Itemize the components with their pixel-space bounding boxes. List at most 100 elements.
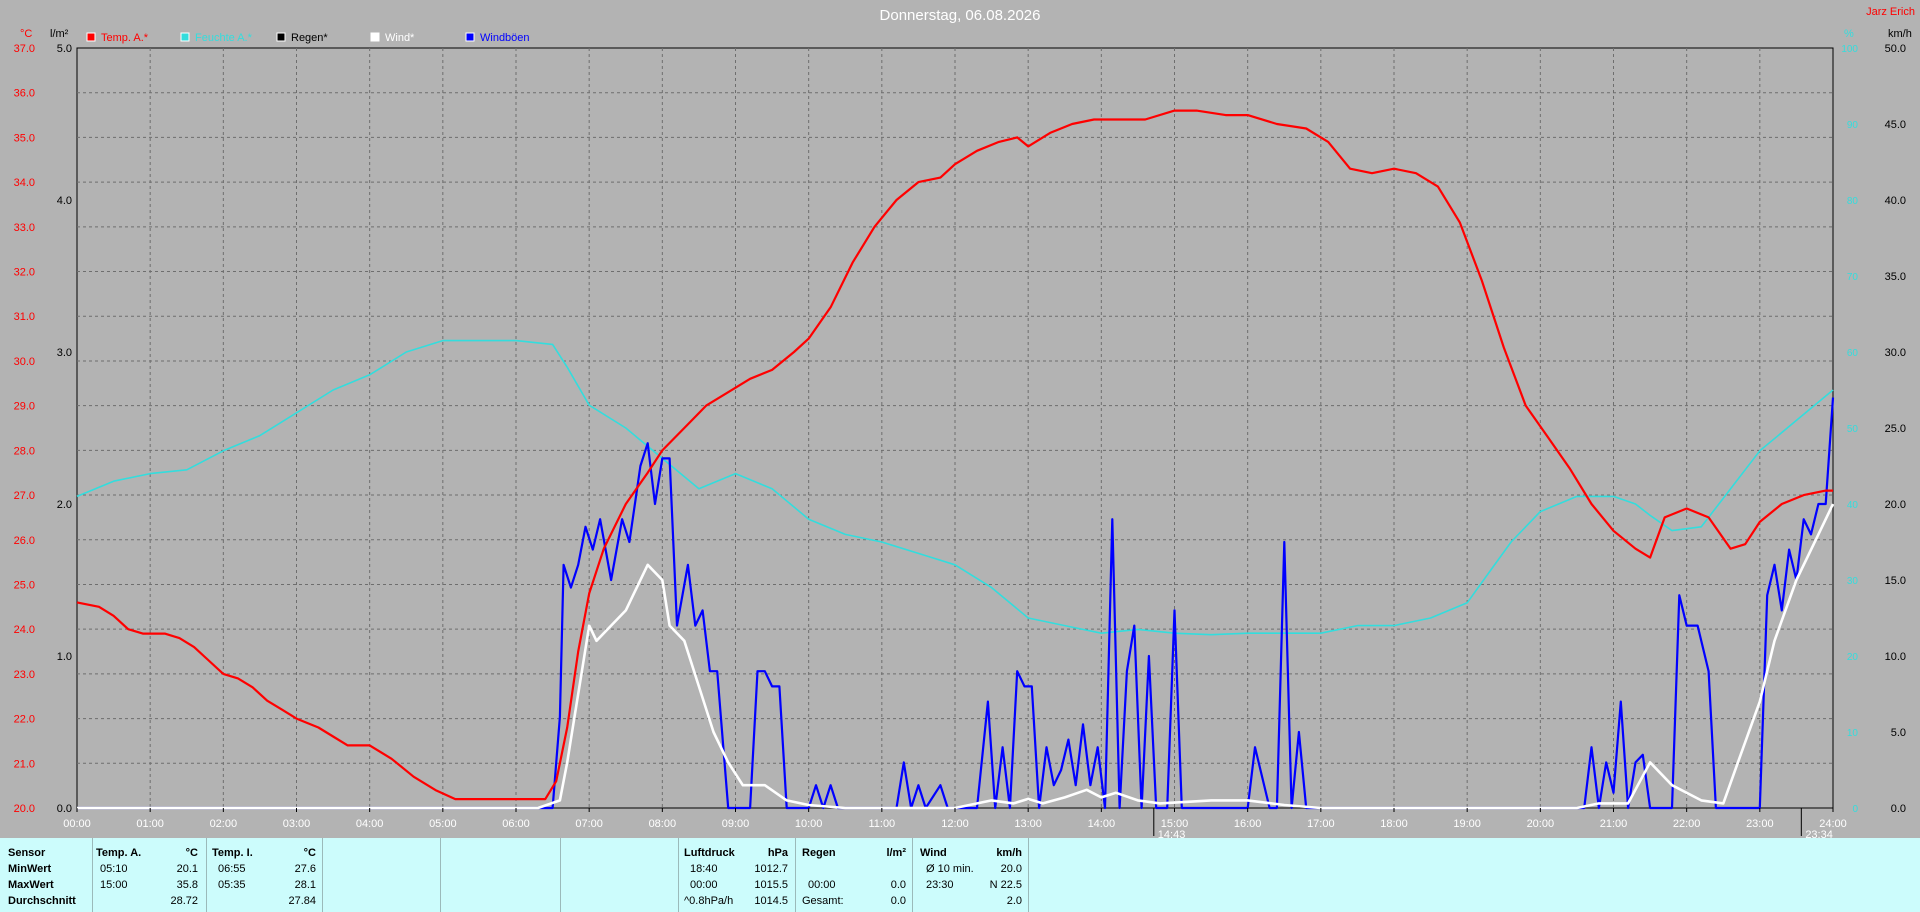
temp-tick-label: 35.0 [14, 132, 35, 144]
time-tick-label: 20:00 [1527, 818, 1555, 830]
time-tick-label: 00:00 [63, 818, 91, 830]
humidity-tick-label: 90 [1847, 120, 1859, 131]
wind-tick-label: 35.0 [1885, 271, 1906, 283]
temp-i-min-value: 27.6 [294, 863, 316, 875]
time-marker-label: 23:34 [1805, 829, 1833, 838]
temp-a-min-time: 05:10 [100, 863, 128, 875]
temp-tick-label: 30.0 [14, 356, 35, 368]
temp-a-unit: °C [185, 847, 198, 859]
time-tick-label: 01:00 [136, 818, 164, 830]
pressure-trend-value: 1014.5 [754, 895, 788, 907]
panel-divider [206, 838, 207, 912]
legend-swatch [86, 32, 96, 42]
humidity-tick-label: 70 [1847, 272, 1859, 283]
time-tick-label: 04:00 [356, 818, 384, 830]
humidity-tick-label: 100 [1841, 44, 1858, 55]
sensor-label: Sensor [8, 847, 46, 859]
time-tick-label: 02:00 [210, 818, 238, 830]
panel-divider [560, 838, 561, 912]
wind-avg-value: 20.0 [1000, 863, 1022, 875]
humidity-tick-label: 20 [1847, 652, 1859, 663]
pressure-min-time: 18:40 [690, 863, 718, 875]
wind-tick-label: 0.0 [1891, 803, 1906, 815]
legend-swatch [370, 32, 380, 42]
humidity-tick-label: 80 [1847, 196, 1859, 207]
rain-total-value: 0.0 [890, 895, 906, 907]
temp-unit-label: °C [20, 28, 32, 40]
wind-max-time: 23:30 [926, 879, 954, 891]
time-tick-label: 21:00 [1600, 818, 1628, 830]
legend-swatch [180, 32, 190, 42]
time-tick-label: 19:00 [1453, 818, 1481, 830]
pressure-max-value: 1015.5 [754, 879, 788, 891]
pressure-max-time: 00:00 [690, 879, 718, 891]
temp-tick-label: 24.0 [14, 624, 35, 636]
panel-divider [322, 838, 323, 912]
temp-tick-label: 21.0 [14, 758, 35, 770]
time-marker-label: 14:43 [1158, 829, 1186, 838]
temp-a-max-value: 35.8 [176, 879, 198, 891]
humidity-tick-label: 30 [1847, 576, 1859, 587]
temp-tick-label: 34.0 [14, 177, 35, 189]
panel-divider [795, 838, 796, 912]
rain-tick-label: 1.0 [57, 651, 72, 663]
temp-tick-label: 28.0 [14, 445, 35, 457]
panel-divider [678, 838, 679, 912]
time-tick-label: 08:00 [649, 818, 677, 830]
rain-axis-ticks: 0.0 1.0 2.0 3.0 4.0 5.0 [57, 43, 72, 815]
avg-label: Durchschnitt [8, 895, 76, 907]
temp-tick-label: 26.0 [14, 535, 35, 547]
legend-label: Feuchte A.* [195, 32, 253, 44]
wind-avg-label: Ø 10 min. [926, 863, 974, 875]
time-tick-label: 10:00 [795, 818, 823, 830]
panel-divider [1028, 838, 1029, 912]
legend-label: Regen* [291, 32, 328, 44]
legend-label: Wind* [385, 32, 415, 44]
temp-tick-label: 20.0 [14, 803, 35, 815]
temp-tick-label: 23.0 [14, 669, 35, 681]
humidity-tick-label: 50 [1847, 424, 1859, 435]
time-tick-label: 14:00 [1088, 818, 1116, 830]
legend-swatch [276, 32, 286, 42]
rain-max-value: 0.0 [890, 879, 906, 891]
wind-unit-label: km/h [1888, 28, 1912, 40]
rain-max-time: 00:00 [808, 879, 836, 891]
temp-tick-label: 22.0 [14, 714, 35, 726]
humidity-tick-label: 40 [1847, 500, 1859, 511]
rain-tick-label: 0.0 [57, 803, 72, 815]
rain-tick-label: 4.0 [57, 195, 72, 207]
time-tick-label: 17:00 [1307, 818, 1335, 830]
time-tick-label: 16:00 [1234, 818, 1262, 830]
rain-total-label: Gesamt: [802, 895, 844, 907]
wind-tick-label: 25.0 [1885, 423, 1906, 435]
humidity-tick-label: 0 [1852, 804, 1858, 815]
time-tick-label: 12:00 [941, 818, 969, 830]
temp-i-max-value: 28.1 [294, 879, 316, 891]
temp-a-header: Temp. A. [96, 847, 142, 859]
pressure-trend-label: ^0.8hPa/h [684, 895, 734, 907]
temp-tick-label: 32.0 [14, 267, 35, 279]
legend-swatch [465, 32, 475, 42]
time-tick-label: 05:00 [429, 818, 457, 830]
plot-area [76, 47, 1835, 810]
chart-title: Donnerstag, 06.08.2026 [880, 7, 1041, 24]
time-tick-label: 06:00 [502, 818, 530, 830]
wind-tick-label: 30.0 [1885, 347, 1906, 359]
time-tick-label: 18:00 [1380, 818, 1408, 830]
temp-tick-label: 29.0 [14, 401, 35, 413]
temp-tick-label: 27.0 [14, 490, 35, 502]
weather-chart: Donnerstag, 06.08.2026 Jarz Erich °C l/m… [14, 6, 1915, 838]
time-tick-label: 11:00 [868, 818, 895, 830]
wind-tick-label: 10.0 [1885, 651, 1906, 663]
wind-header: Wind [920, 847, 947, 859]
max-label: MaxWert [8, 879, 54, 891]
panel-divider [440, 838, 441, 912]
legend-label: Temp. A.* [101, 32, 149, 44]
wind-tick-label: 5.0 [1891, 727, 1906, 739]
temp-a-average: 28.72 [170, 895, 198, 907]
time-tick-label: 23:00 [1746, 818, 1774, 830]
pressure-header: Luftdruck [684, 847, 735, 859]
legend-label: Windböen [480, 32, 530, 44]
humidity-axis-ticks: 0 10 20 30 40 50 60 70 80 90 100 [1841, 44, 1858, 815]
humidity-tick-label: 10 [1847, 728, 1859, 739]
